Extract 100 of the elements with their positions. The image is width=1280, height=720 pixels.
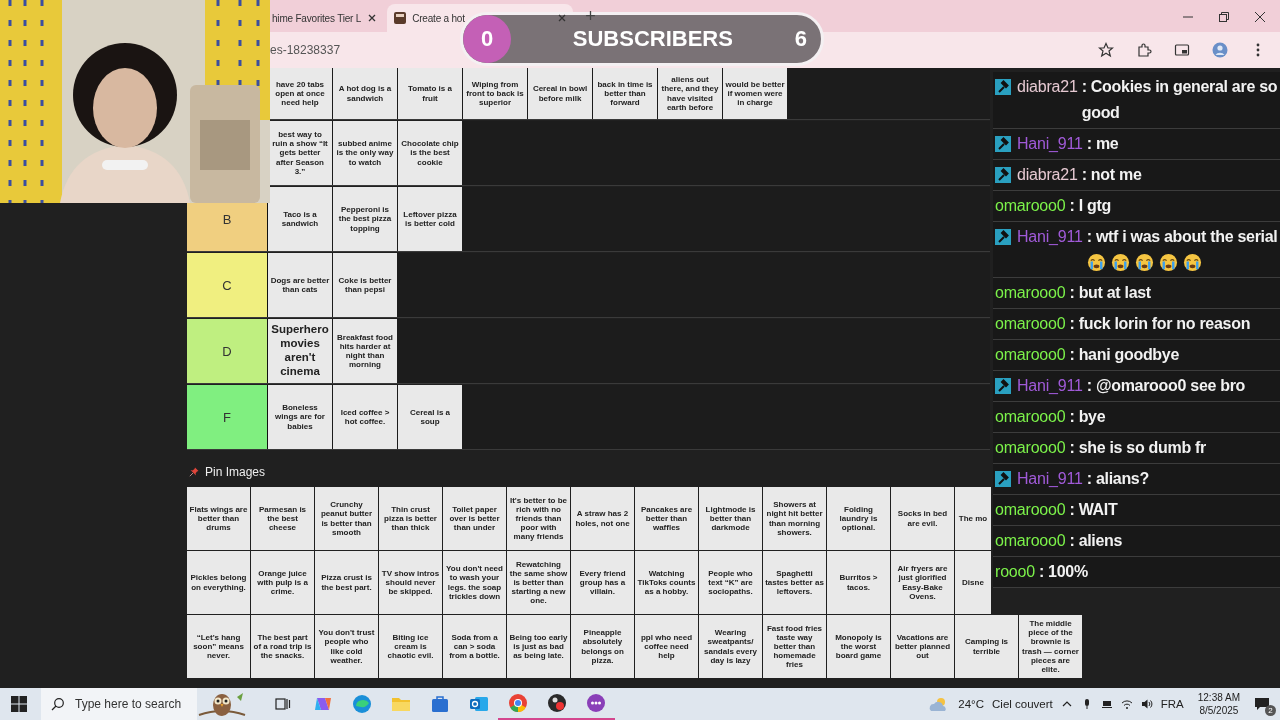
chat-username[interactable]: diabra21 bbox=[1017, 74, 1078, 100]
tier-card[interactable]: The mo bbox=[955, 487, 991, 550]
tier-card[interactable]: You don't trust people who like cold weather. bbox=[315, 615, 378, 678]
tier-card[interactable]: The best part of a road trip is the snacks. bbox=[251, 615, 314, 678]
chat-username[interactable]: Hani_911 bbox=[1017, 373, 1083, 399]
chat-message-text: : she is so dumb fr bbox=[1069, 439, 1206, 456]
tier-card[interactable]: back in time is better than forward bbox=[593, 68, 657, 119]
tier-card[interactable]: Superhero movies aren't cinema bbox=[268, 319, 332, 383]
tier-card[interactable]: Showers at night hit better than morning showers. bbox=[763, 487, 826, 550]
tier-card[interactable]: The middle piece of the brownie is trash — corner pieces are elite. bbox=[1019, 615, 1082, 678]
tier-card[interactable]: It's better to be rich with no friends than poor with many friends bbox=[507, 487, 570, 550]
tier-card[interactable]: Taco is a sandwich bbox=[268, 187, 332, 251]
tier-card[interactable]: Air fryers are just glorified Easy-Bake Ovens. bbox=[891, 551, 954, 614]
tier-card[interactable]: Watching TikToks counts as a hobby. bbox=[635, 551, 698, 614]
chat-username[interactable]: omarooo0 bbox=[995, 404, 1066, 430]
tier-card[interactable]: ppl who need coffee need help bbox=[635, 615, 698, 678]
tier-card[interactable]: Parmesan is the best cheese bbox=[251, 487, 314, 550]
tier-card[interactable]: Thin crust pizza is better than thick bbox=[379, 487, 442, 550]
chat-username[interactable]: omarooo0 bbox=[995, 497, 1066, 523]
tier-card[interactable]: Biting ice cream is chaotic evil. bbox=[379, 615, 442, 678]
tier-card[interactable]: Cereal in bowl before milk bbox=[528, 68, 592, 119]
tier-card[interactable]: Cereal is a soup bbox=[398, 385, 462, 449]
puzzle-icon[interactable] bbox=[1136, 42, 1152, 58]
tier-label: F bbox=[187, 385, 268, 449]
tier-card[interactable]: Wearing sweatpants/ sandals every day is lazy bbox=[699, 615, 762, 678]
tier-card[interactable]: Folding laundry is optional. bbox=[827, 487, 890, 550]
chat-username[interactable]: Hani_911 bbox=[1017, 224, 1083, 250]
tier-card[interactable]: Disne bbox=[955, 551, 991, 614]
chat-username[interactable]: omarooo0 bbox=[995, 311, 1066, 337]
tier-card[interactable]: aliens out there, and they have visited earth before bbox=[658, 68, 722, 119]
tier-card[interactable]: Burritos > tacos. bbox=[827, 551, 890, 614]
chat-username[interactable]: omarooo0 bbox=[995, 280, 1066, 306]
tier-card[interactable]: Chocolate chip is the best cookie bbox=[398, 121, 462, 185]
tier-card[interactable]: Coke is better than pepsi bbox=[333, 253, 397, 317]
tier-card[interactable]: Every friend group has a villain. bbox=[571, 551, 634, 614]
tier-card[interactable]: People who text “K” are sociopaths. bbox=[699, 551, 762, 614]
tier-card[interactable]: Pancakes are better than waffles bbox=[635, 487, 698, 550]
chat-username[interactable]: omarooo0 bbox=[995, 528, 1066, 554]
close-icon[interactable] bbox=[1254, 11, 1266, 23]
tier-card[interactable]: “Let's hang soon” means never. bbox=[187, 615, 250, 678]
tier-card[interactable]: best way to ruin a show “It gets better after Season 3.” bbox=[268, 121, 332, 185]
wifi-icon[interactable] bbox=[1120, 698, 1133, 710]
tier-card[interactable]: Fast food fries taste way better than homemade fries bbox=[763, 615, 826, 678]
tier-card[interactable]: Socks in bed are evil. bbox=[891, 487, 954, 550]
tier-card[interactable]: Pizza crust is the best part. bbox=[315, 551, 378, 614]
tier-card[interactable]: Orange juice with pulp is a crime. bbox=[251, 551, 314, 614]
tier-card[interactable]: You don't need to wash your legs. the soap trickles down bbox=[443, 551, 506, 614]
clock-time[interactable]: 12:38 AM bbox=[1197, 691, 1240, 704]
chat-username[interactable]: diabra21 bbox=[1017, 162, 1078, 188]
profile-icon[interactable] bbox=[1212, 42, 1228, 58]
weather-text[interactable]: Ciel couvert bbox=[992, 698, 1053, 710]
tier-card[interactable]: Dogs are better than cats bbox=[268, 253, 332, 317]
tier-card[interactable]: Camping is terrible bbox=[955, 615, 1018, 678]
browser-tab[interactable]: hime Favorites Tier L bbox=[271, 4, 384, 32]
tier-card[interactable]: Tomato is a fruit bbox=[398, 68, 462, 119]
maximize-icon[interactable] bbox=[1218, 11, 1230, 23]
laptop-icon[interactable] bbox=[1100, 698, 1113, 710]
tier-card[interactable]: Wiping from front to back is superior bbox=[463, 68, 527, 119]
tier-card[interactable]: Flats wings are better than drums bbox=[187, 487, 250, 550]
tier-card[interactable]: Toilet paper over is better than under bbox=[443, 487, 506, 550]
tier-card[interactable]: would be better if women were in charge bbox=[723, 68, 787, 119]
chat-username[interactable]: omarooo0 bbox=[995, 342, 1066, 368]
task-view-icon[interactable] bbox=[275, 696, 291, 712]
notification-icon[interactable] bbox=[1254, 696, 1270, 712]
tier-card[interactable]: Lightmode is better than darkmode bbox=[699, 487, 762, 550]
tier-card[interactable]: Being too early is just as bad as being late. bbox=[507, 615, 570, 678]
clock-date[interactable]: 8/5/2025 bbox=[1199, 704, 1239, 717]
tier-card[interactable]: Crunchy peanut butter is better than smooth bbox=[315, 487, 378, 550]
tier-card[interactable]: Pickles belong on everything. bbox=[187, 551, 250, 614]
tier-card[interactable]: Iced coffee > hot coffee. bbox=[333, 385, 397, 449]
chat-username[interactable]: rooo0 bbox=[995, 559, 1035, 585]
tier-card[interactable]: Soda from a can > soda from a bottle. bbox=[443, 615, 506, 678]
tier-card[interactable]: Breakfast food hits harder at night than morning bbox=[333, 319, 397, 383]
tier-card[interactable]: Monopoly is the worst board game bbox=[827, 615, 890, 678]
tier-card[interactable]: Pineapple absolutely belongs on pizza. bbox=[571, 615, 634, 678]
windows-icon[interactable] bbox=[11, 696, 27, 712]
temperature-text[interactable]: 24°C bbox=[958, 698, 984, 710]
chat-username[interactable]: omarooo0 bbox=[995, 435, 1066, 461]
tier-card[interactable]: TV show intros should never be skipped. bbox=[379, 551, 442, 614]
speaker-icon[interactable] bbox=[1140, 698, 1153, 710]
chat-username[interactable]: Hani_911 bbox=[1017, 466, 1083, 492]
tier-card[interactable]: subbed anime is the only way to watch bbox=[333, 121, 397, 185]
search-field[interactable]: Type here to search bbox=[71, 688, 197, 720]
close-icon[interactable] bbox=[367, 13, 378, 23]
tier-card[interactable]: Vacations are better planned out bbox=[891, 615, 954, 678]
tier-card[interactable]: Spaghetti tastes better as leftovers. bbox=[763, 551, 826, 614]
cast-icon[interactable] bbox=[1174, 42, 1190, 58]
chat-username[interactable]: omarooo0 bbox=[995, 193, 1066, 219]
address-text[interactable]: es-18238337 bbox=[270, 43, 341, 57]
language-indicator[interactable]: FRA bbox=[1160, 698, 1184, 710]
tier-card[interactable]: A straw has 2 holes, not one bbox=[571, 487, 634, 550]
chat-username[interactable]: Hani_911 bbox=[1017, 131, 1083, 157]
tier-card[interactable]: A hot dog is a sandwich bbox=[333, 68, 397, 119]
chat-message-text: : I gtg bbox=[1069, 197, 1111, 214]
tier-card[interactable]: have 20 tabs open at once need help bbox=[268, 68, 332, 119]
star-icon[interactable] bbox=[1098, 42, 1114, 58]
tier-card[interactable]: Boneless wings are for babies bbox=[268, 385, 332, 449]
tier-card[interactable]: Pepperoni is the best pizza topping bbox=[333, 187, 397, 251]
tier-card[interactable]: Leftover pizza is better cold bbox=[398, 187, 462, 251]
tier-card[interactable]: Rewatching the same show is better than starting a new one. bbox=[507, 551, 570, 614]
